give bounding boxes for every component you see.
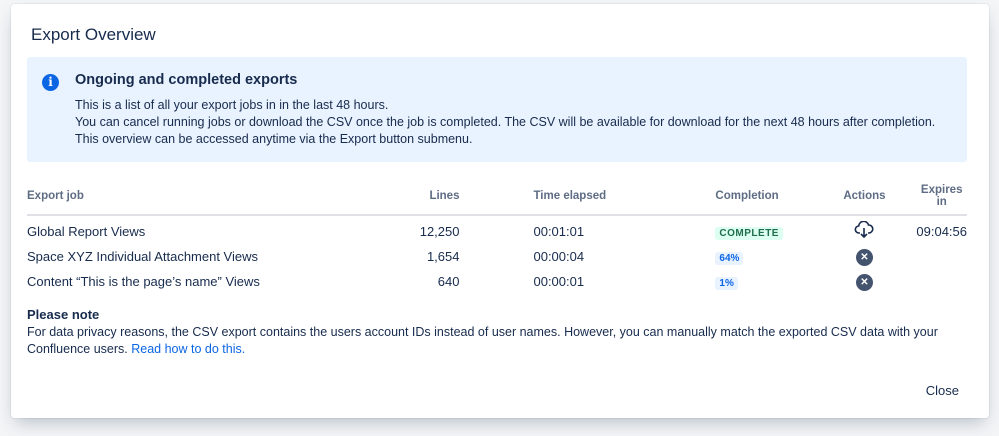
cancel-icon[interactable]: ✕ [856,249,873,266]
job-name: Content “This is the page’s name” Views [27,269,369,294]
export-jobs-table: Export job Lines Time elapsed Completion… [27,180,967,294]
info-text: You can cancel running jobs or download … [75,114,935,131]
status-badge: COMPLETE [715,227,783,240]
info-title: Ongoing and completed exports [75,72,297,88]
info-text: This overview can be accessed anytime vi… [75,131,935,148]
cancel-icon[interactable]: ✕ [856,274,873,291]
dialog-title: Export Overview [31,25,156,45]
table-row: Space XYZ Individual Attachment Views 1,… [27,244,967,269]
header-time-elapsed: Time elapsed [459,180,715,215]
job-time: 00:00:01 [459,269,715,294]
info-panel: i Ongoing and completed exports This is … [27,57,967,162]
read-how-link[interactable]: Read how to do this. [131,342,245,356]
job-lines: 1,654 [369,244,459,269]
table-row: Content “This is the page’s name” Views … [27,269,967,294]
job-name: Space XYZ Individual Attachment Views [27,244,369,269]
header-export-job: Export job [27,180,369,215]
export-overview-dialog: Export Overview i Ongoing and completed … [11,4,989,418]
header-lines: Lines [369,180,459,215]
header-expires-in: Expires in [916,180,967,215]
header-actions: Actions [812,180,916,215]
privacy-note: Please note For data privacy reasons, th… [27,306,972,358]
job-time: 00:01:01 [459,215,715,244]
job-lines: 12,250 [369,215,459,244]
progress-badge: 64% [715,252,743,265]
job-time: 00:00:04 [459,244,715,269]
table-row: Global Report Views 12,250 00:01:01 COMP… [27,215,967,244]
info-icon: i [42,74,59,91]
download-icon[interactable] [854,221,874,242]
note-title: Please note [27,306,972,323]
job-lines: 640 [369,269,459,294]
info-text: This is a list of all your export jobs i… [75,97,935,114]
progress-badge: 1% [715,277,737,290]
job-name: Global Report Views [27,215,369,244]
job-expires [916,244,967,269]
job-expires [916,269,967,294]
job-expires: 09:04:56 [916,215,967,244]
close-button[interactable]: Close [926,383,959,398]
header-completion: Completion [715,180,812,215]
